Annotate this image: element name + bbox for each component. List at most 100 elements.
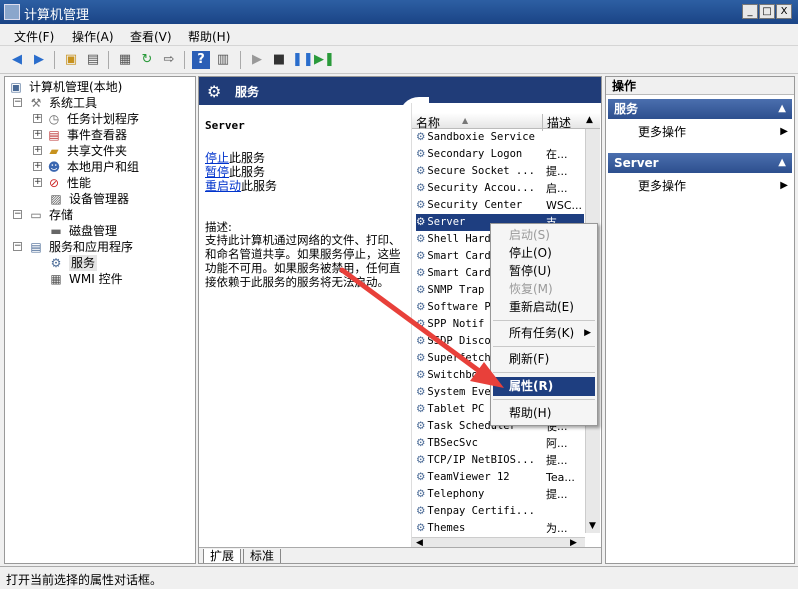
service-name: Telephony — [427, 488, 485, 500]
service-gear-icon: ⚙ — [416, 216, 426, 228]
more-actions-server[interactable]: 更多操作 ▶ — [638, 177, 788, 195]
menu-restart[interactable]: 重新启动(E) — [493, 298, 595, 317]
service-row[interactable]: ⚙ Secondary Logon 在... — [416, 146, 584, 163]
service-row[interactable]: ⚙ Telephony 提... — [416, 486, 584, 503]
forward-icon[interactable]: ▶ — [30, 51, 48, 69]
service-name: Server — [427, 216, 466, 228]
service-name: Tenpay Certifi... — [427, 505, 535, 517]
toolbar-separator — [108, 51, 109, 69]
service-row[interactable]: ⚙ Secure Socket ... 提... — [416, 163, 584, 180]
scroll-down-icon[interactable]: ▼ — [589, 521, 596, 531]
service-gear-icon: ⚙ — [416, 233, 426, 245]
event-viewer-icon: ▤ — [48, 128, 60, 142]
export-list-icon[interactable]: ⇨ — [160, 51, 178, 69]
action-pane-icon[interactable]: ▥ — [214, 51, 232, 69]
service-row[interactable]: ⚙ Security Accou... 启... — [416, 180, 584, 197]
service-name: Secondary Logon — [427, 148, 523, 160]
properties-icon[interactable]: ▦ — [116, 51, 134, 69]
collapse-arrow-icon[interactable]: ▲ — [778, 99, 786, 119]
menu-separator — [493, 346, 595, 347]
minimize-button[interactable]: _ — [742, 4, 758, 19]
service-gear-icon: ⚙ — [416, 267, 426, 279]
menu-pause[interactable]: 暂停(U) — [493, 262, 595, 281]
more-actions-services[interactable]: 更多操作 ▶ — [638, 123, 788, 141]
collapse-arrow-icon[interactable]: ▲ — [778, 153, 786, 173]
service-row[interactable]: ⚙ TeamViewer 12 Tea... — [416, 469, 584, 486]
service-gear-icon: ⚙ — [416, 488, 426, 500]
service-name: TBSecSvc — [427, 437, 478, 449]
tab-extended[interactable]: 扩展 — [203, 549, 242, 563]
submenu-arrow-icon: ▶ — [584, 328, 591, 338]
restart-service-icon[interactable]: ▶❚ — [314, 51, 335, 69]
sort-ascending-icon: ▲ — [462, 116, 469, 125]
service-gear-icon: ⚙ — [416, 148, 426, 160]
expand-icon[interactable]: + — [33, 130, 42, 139]
gear-icon: ⚙ — [50, 256, 62, 270]
submenu-arrow-icon: ▶ — [780, 180, 788, 191]
menu-help[interactable]: 帮助(H) — [188, 28, 230, 45]
context-menu: 启动(S) 停止(O) 暂停(U) 恢复(M) 重新启动(E) 所有任务(K) … — [490, 223, 598, 426]
actions-header: 操作 — [606, 77, 794, 95]
submenu-arrow-icon: ▶ — [780, 126, 788, 137]
pause-service-icon[interactable]: ❚❚ — [292, 51, 314, 69]
menu-start[interactable]: 启动(S) — [493, 226, 595, 245]
menu-resume[interactable]: 恢复(M) — [493, 280, 595, 299]
menu-separator — [493, 372, 595, 373]
service-row[interactable]: ⚙ TCP/IP NetBIOS... 提... — [416, 452, 584, 469]
actions-section-server[interactable]: Server ▲ — [608, 153, 792, 173]
service-name: Switchboard — [427, 369, 497, 381]
service-name: Security Center — [427, 199, 523, 211]
toolbar-separator — [54, 51, 55, 69]
close-button[interactable]: X — [776, 4, 792, 19]
stop-service-icon[interactable]: ■ — [270, 51, 288, 69]
view-tabs: 扩展 标准 — [199, 547, 601, 563]
maximize-button[interactable]: □ — [759, 4, 775, 19]
service-description: 提... — [546, 165, 568, 178]
menu-help[interactable]: 帮助(H) — [493, 404, 595, 423]
expand-icon[interactable]: + — [33, 114, 42, 123]
menu-stop[interactable]: 停止(O) — [493, 244, 595, 263]
refresh-icon[interactable]: ↻ — [138, 51, 156, 69]
menu-all-tasks[interactable]: 所有任务(K) ▶ — [493, 324, 595, 343]
service-description: 提... — [546, 488, 568, 501]
service-row[interactable]: ⚙ TBSecSvc 阿... — [416, 435, 584, 452]
collapse-icon[interactable]: − — [13, 210, 22, 219]
scroll-up-icon[interactable]: ▲ — [586, 115, 593, 125]
start-service-icon[interactable]: ▶ — [248, 51, 266, 69]
service-description: 为... — [546, 522, 568, 535]
service-gear-icon: ⚙ — [416, 471, 426, 483]
up-folder-icon[interactable]: ▣ — [62, 51, 80, 69]
menu-action[interactable]: 操作(A) — [72, 28, 114, 45]
service-name: Smart Card — [427, 267, 491, 279]
service-name: System Eve — [427, 386, 491, 398]
expand-icon[interactable]: + — [33, 162, 42, 171]
service-name: Superfetch — [427, 352, 491, 364]
expand-icon[interactable]: + — [33, 146, 42, 155]
service-gear-icon: ⚙ — [416, 284, 426, 296]
tab-standard[interactable]: 标准 — [243, 549, 282, 563]
service-gear-icon: ⚙ — [416, 165, 426, 177]
back-icon[interactable]: ◀ — [8, 51, 26, 69]
collapse-icon[interactable]: − — [13, 242, 22, 251]
service-row[interactable]: ⚙ Themes 为... — [416, 520, 584, 537]
actions-section-services[interactable]: 服务 ▲ — [608, 99, 792, 119]
show-hide-tree-icon[interactable]: ▤ — [84, 51, 102, 69]
service-row[interactable]: ⚙ Security Center WSC... — [416, 197, 584, 214]
service-gear-icon: ⚙ — [416, 437, 426, 449]
service-row[interactable]: ⚙ Tenpay Certifi... — [416, 503, 584, 520]
expand-icon[interactable]: + — [33, 178, 42, 187]
service-name: Shell Hard — [427, 233, 491, 245]
menu-properties[interactable]: 属性(R) — [493, 377, 595, 396]
menu-view[interactable]: 查看(V) — [130, 28, 172, 45]
menu-file[interactable]: 文件(F) — [14, 28, 54, 45]
restart-service-link[interactable]: 重启动 — [205, 179, 241, 193]
service-row[interactable]: ⚙ Sandboxie Service — [416, 129, 584, 146]
help-icon[interactable]: ? — [192, 51, 210, 69]
service-description-area: Server 停止此服务 暂停此服务 重启动此服务 描述: 支持此计算机通过网络… — [199, 105, 409, 545]
menu-refresh[interactable]: 刷新(F) — [493, 350, 595, 369]
gear-icon: ⚙ — [207, 82, 222, 101]
performance-icon: ⊘ — [48, 176, 60, 190]
collapse-icon[interactable]: − — [13, 98, 22, 107]
service-name: Sandboxie Service — [427, 131, 535, 143]
shared-folder-icon: ▰ — [49, 144, 59, 158]
